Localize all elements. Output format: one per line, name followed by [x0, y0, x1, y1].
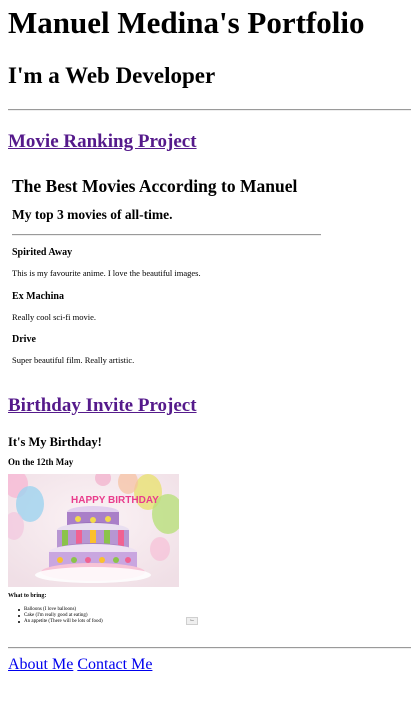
birthday-title: It's My Birthday!: [8, 435, 102, 449]
contact-me-link[interactable]: Contact Me: [77, 656, 152, 673]
movie-ranking-frame: The Best Movies According to Manuel My t…: [8, 170, 328, 370]
movie-project-link[interactable]: Movie Ranking Project: [8, 130, 197, 154]
page-title: Manuel Medina's Portfolio: [8, 5, 365, 40]
movie-description: This is my favourite anime. I love the b…: [12, 268, 201, 278]
footer-nav: About Me Contact Me: [8, 655, 152, 675]
movie-title: Ex Machina: [12, 291, 64, 302]
bring-list: Balloons (I love balloons) Cake (I'm rea…: [18, 607, 103, 625]
movie-page-title: The Best Movies According to Manuel: [12, 176, 298, 196]
divider: [8, 109, 411, 111]
list-item: An appetite (There will be lots of food): [18, 619, 103, 625]
cake-topper-text: HAPPY BIRTHDAY: [71, 495, 159, 506]
done-button[interactable]: Done: [186, 617, 198, 625]
bring-label: What to bring:: [8, 593, 47, 599]
movie-description: Super beautiful film. Really artistic.: [12, 355, 135, 365]
about-me-link[interactable]: About Me: [8, 656, 73, 673]
movie-title: Drive: [12, 334, 36, 345]
movie-description: Really cool sci-fi movie.: [12, 312, 97, 322]
movie-divider: [12, 234, 321, 236]
movie-page-subtitle: My top 3 movies of all-time.: [12, 207, 173, 222]
birthday-date: On the 12th May: [8, 457, 74, 467]
birthday-project-link[interactable]: Birthday Invite Project: [8, 394, 197, 418]
birthday-cake-image: HAPPY BIRTHDAY: [8, 474, 179, 587]
page-subtitle: I'm a Web Developer: [8, 63, 216, 88]
birthday-invite-frame: It's My Birthday! On the 12th May HAPPY …: [8, 430, 208, 635]
movie-title: Spirited Away: [12, 247, 73, 258]
divider: [8, 647, 411, 649]
